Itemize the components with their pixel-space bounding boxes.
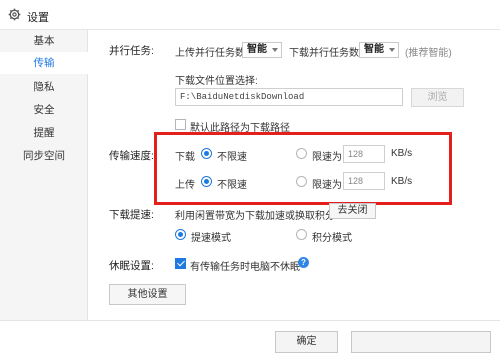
upload-parallel-select[interactable]: 智能: [242, 42, 282, 58]
upload-unlimited-label: 不限速: [217, 180, 247, 191]
transfer-speed-label: 传输速度:: [109, 150, 154, 162]
upload-speed-unit: KB/s: [391, 176, 413, 187]
sleep-checkbox[interactable]: [175, 258, 186, 269]
download-speed-unit: KB/s: [391, 148, 413, 159]
download-parallel-label: 下载并行任务数: [289, 48, 359, 59]
download-parallel-select[interactable]: 智能: [359, 42, 399, 58]
sidebar-item-security[interactable]: 安全: [0, 99, 88, 121]
boost-speed-mode-radio[interactable]: [175, 229, 186, 240]
boost-speed-mode-label: 提速模式: [191, 233, 231, 244]
help-icon[interactable]: ?: [298, 257, 309, 268]
upload-parallel-value: 智能: [247, 44, 267, 55]
sleep-settings-label: 休眠设置:: [109, 260, 154, 272]
parallel-hint: (推荐智能): [405, 48, 452, 59]
download-speed-label: 下载: [175, 152, 195, 163]
boost-points-mode-radio[interactable]: [296, 229, 307, 240]
window-title: 设置: [27, 12, 49, 24]
ok-button[interactable]: 确定: [275, 331, 338, 353]
download-boost-text: 利用闲置带宽为下载加速或换取积分: [175, 211, 335, 222]
download-limit-radio[interactable]: [296, 148, 307, 159]
chevron-down-icon: [272, 48, 278, 52]
upload-speed-label: 上传: [175, 180, 195, 191]
chevron-down-icon: [389, 48, 395, 52]
upload-limit-label: 限速为: [312, 180, 342, 191]
gear-icon: [8, 8, 21, 21]
other-settings-button[interactable]: 其他设置: [109, 284, 186, 305]
boost-close-button[interactable]: 去关闭: [329, 203, 376, 219]
title-bar: 设置: [0, 0, 500, 30]
upload-parallel-label: 上传并行任务数: [175, 48, 245, 59]
cancel-button[interactable]: [351, 331, 491, 353]
sidebar-item-transfer[interactable]: 传输: [0, 52, 88, 74]
sidebar-item-basic[interactable]: 基本: [0, 30, 88, 52]
download-unlimited-label: 不限速: [217, 152, 247, 163]
sidebar-item-reminder[interactable]: 提醒: [0, 122, 88, 144]
sleep-checkbox-label: 有传输任务时电脑不休眠: [190, 262, 300, 273]
default-path-checkbox[interactable]: [175, 119, 186, 130]
browse-button[interactable]: 浏览: [411, 88, 464, 107]
sidebar-item-privacy[interactable]: 隐私: [0, 76, 88, 98]
sidebar-item-sync-space[interactable]: 同步空间: [0, 145, 88, 167]
download-boost-label: 下载提速:: [109, 209, 154, 221]
upload-limit-input[interactable]: 128: [343, 172, 385, 190]
speed-highlight-box: [154, 132, 452, 205]
download-unlimited-radio[interactable]: [201, 148, 212, 159]
download-limit-input[interactable]: 128: [343, 145, 385, 163]
upload-unlimited-radio[interactable]: [201, 176, 212, 187]
upload-limit-radio[interactable]: [296, 176, 307, 187]
download-parallel-value: 智能: [364, 44, 384, 55]
parallel-tasks-label: 并行任务:: [109, 45, 154, 57]
download-location-label: 下载文件位置选择:: [175, 76, 258, 87]
download-path-field[interactable]: F:\BaiduNetdiskDownload: [175, 88, 403, 106]
settings-sidebar: 基本 传输 隐私 安全 提醒 同步空间: [0, 30, 88, 320]
boost-points-mode-label: 积分模式: [312, 233, 352, 244]
download-limit-label: 限速为: [312, 152, 342, 163]
